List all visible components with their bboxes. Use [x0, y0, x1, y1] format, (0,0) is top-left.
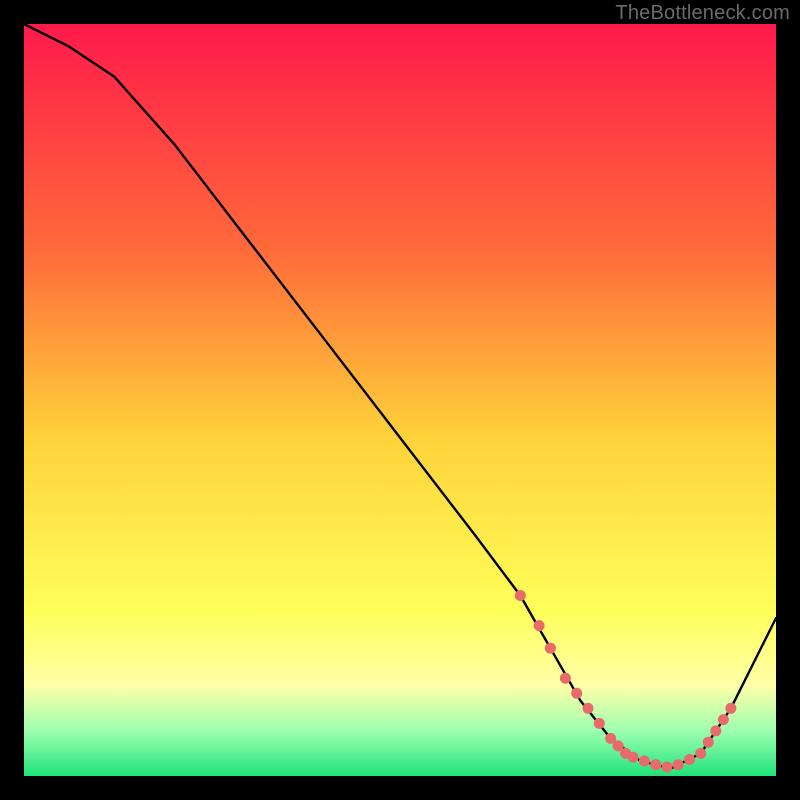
marker-dot: [684, 754, 695, 765]
marker-dot: [545, 643, 556, 654]
chart-frame: TheBottleneck.com: [0, 0, 800, 800]
marker-dot: [703, 737, 714, 748]
watermark-text: TheBottleneck.com: [615, 2, 790, 25]
marker-dot: [695, 748, 706, 759]
marker-dot: [515, 590, 526, 601]
marker-dot: [534, 620, 545, 631]
plot-area: [24, 24, 776, 776]
marker-dot: [718, 714, 729, 725]
marker-dot: [571, 688, 582, 699]
marker-dot: [639, 756, 650, 767]
marker-dot: [560, 673, 571, 684]
marker-dot: [673, 759, 684, 770]
marker-dot: [594, 718, 605, 729]
marker-dot: [725, 703, 736, 714]
gradient-background: [24, 24, 776, 776]
marker-dot: [710, 725, 721, 736]
marker-dot: [662, 762, 673, 773]
marker-dot: [650, 759, 661, 770]
marker-dot: [583, 703, 594, 714]
chart-svg: [24, 24, 776, 776]
marker-dot: [628, 752, 639, 763]
